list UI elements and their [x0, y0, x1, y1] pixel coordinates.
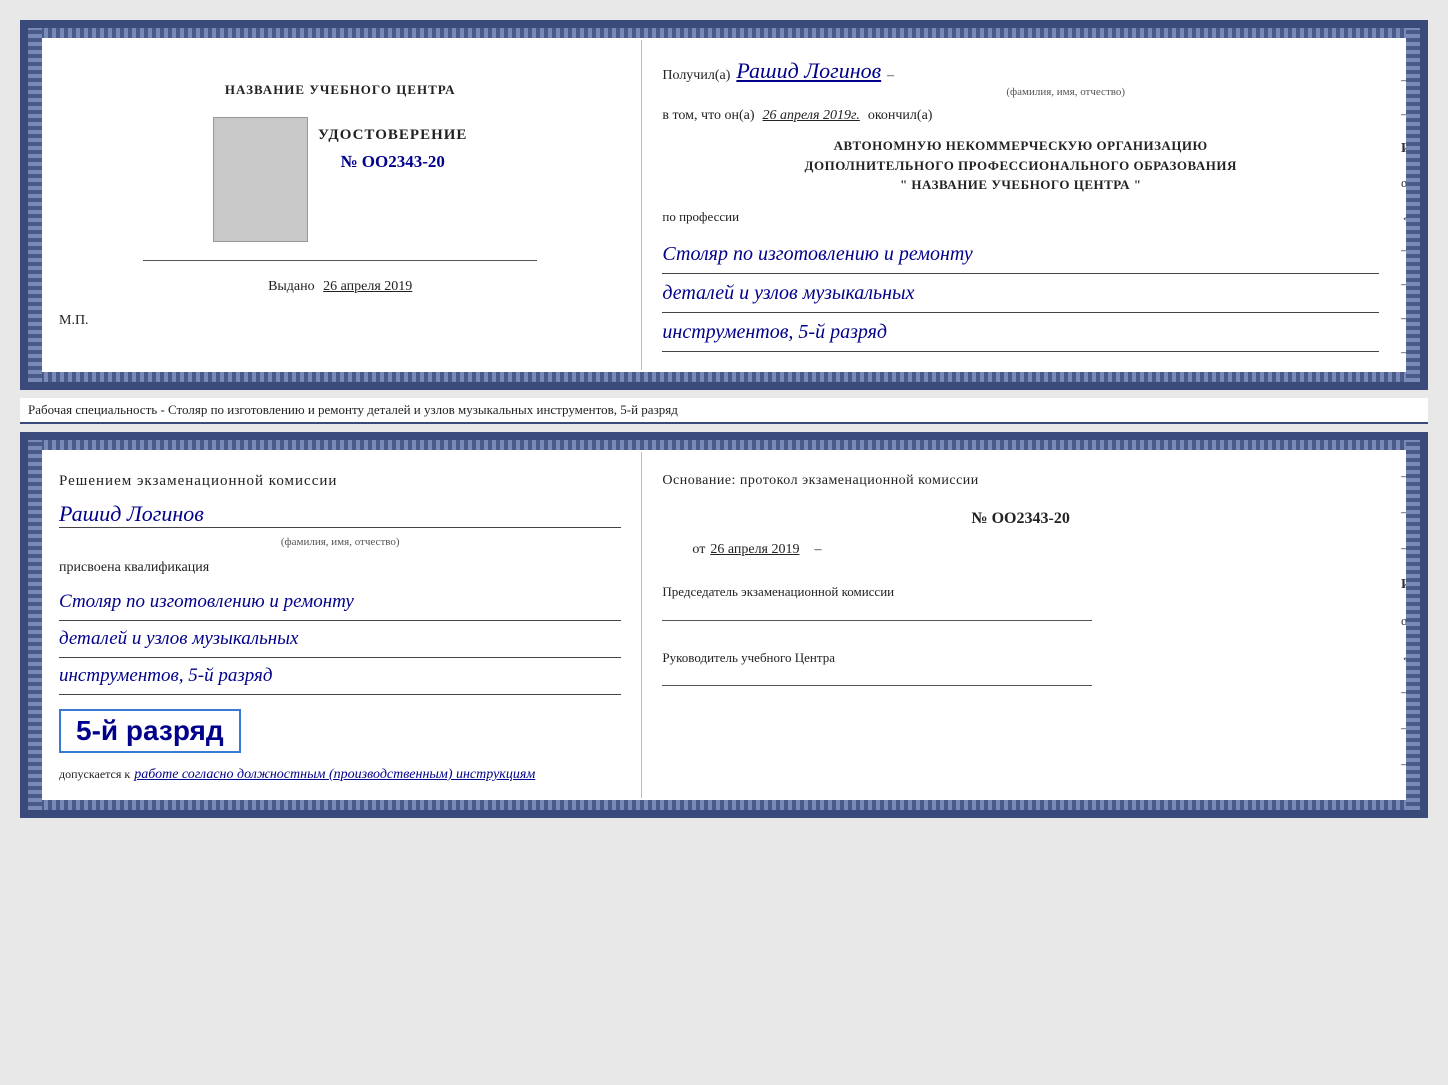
top-cert-right: – – И ɑ ← – – – – Получил(а) Рашид Логин… — [642, 40, 1404, 370]
bottom-fio-label: (фамилия, имя, отчество) — [59, 536, 621, 548]
finished-label: окончил(а) — [868, 108, 933, 124]
center-head-label: Руководитель учебного Центра — [662, 648, 1379, 668]
rank-text: 5-й разряд — [76, 715, 224, 746]
qual-line1: Столяр по изготовлению и ремонту — [59, 584, 621, 621]
photo-placeholder — [213, 117, 308, 242]
org-block: АВТОНОМНУЮ НЕКОММЕРЧЕСКУЮ ОРГАНИЗАЦИЮ ДО… — [662, 136, 1379, 195]
dash-after-name: – — [887, 68, 894, 84]
completion-date: 26 апреля 2019г. — [763, 108, 860, 124]
received-row: Получил(а) Рашид Логинов – — [662, 58, 1379, 84]
from-date: 26 апреля 2019 — [710, 542, 799, 558]
profession-line2: деталей и узлов музыкальных — [662, 274, 1379, 313]
bottom-cert-right: – – – И ɑ ← – – – – Основание: протокол … — [642, 452, 1404, 798]
document-number: № OO2343-20 — [340, 152, 444, 172]
in-that-label: в том, что он(а) — [662, 108, 754, 124]
issued-label: Выдано — [268, 279, 315, 294]
document-wrapper: НАЗВАНИЕ УЧЕБНОГО ЦЕНТРА УДОСТОВЕРЕНИЕ №… — [10, 10, 1438, 828]
qual-line3: инструментов, 5-й разряд — [59, 658, 621, 695]
from-row: от 26 апреля 2019 – — [692, 542, 1379, 558]
received-label: Получил(а) — [662, 68, 730, 84]
commission-text: Решением экзаменационной комиссии — [59, 470, 621, 493]
in-that-row: в том, что он(а) 26 апреля 2019г. окончи… — [662, 108, 1379, 124]
top-certificate: НАЗВАНИЕ УЧЕБНОГО ЦЕНТРА УДОСТОВЕРЕНИЕ №… — [20, 20, 1428, 390]
basis-label: Основание: протокол экзаменационной коми… — [662, 470, 1379, 491]
from-label: от — [692, 542, 705, 558]
top-cert-left: НАЗВАНИЕ УЧЕБНОГО ЦЕНТРА УДОСТОВЕРЕНИЕ №… — [44, 40, 642, 370]
rank-box: 5-й разряд — [59, 709, 241, 753]
specialty-text: Рабочая специальность - Столяр по изгото… — [28, 402, 678, 417]
fio-label-top: (фамилия, имя, отчество) — [662, 86, 1379, 98]
top-training-center-label: НАЗВАНИЕ УЧЕБНОГО ЦЕНТРА — [225, 81, 456, 99]
chairman-block: Председатель экзаменационной комиссии — [662, 582, 1379, 624]
qualification-block: Столяр по изготовлению и ремонту деталей… — [59, 584, 621, 695]
qual-line2: деталей и узлов музыкальных — [59, 621, 621, 658]
document-type: УДОСТОВЕРЕНИЕ — [318, 127, 468, 144]
issued-line: Выдано 26 апреля 2019 — [268, 279, 412, 295]
org-line2: ДОПОЛНИТЕЛЬНОГО ПРОФЕССИОНАЛЬНОГО ОБРАЗО… — [662, 156, 1379, 176]
allowed-handwritten: работе согласно должностным (производств… — [134, 767, 535, 783]
chairman-label: Председатель экзаменационной комиссии — [662, 582, 1379, 602]
org-line1: АВТОНОМНУЮ НЕКОММЕРЧЕСКУЮ ОРГАНИЗАЦИЮ — [662, 136, 1379, 156]
allowed-row: допускается к работе согласно должностны… — [59, 767, 621, 783]
center-head-block: Руководитель учебного Центра — [662, 648, 1379, 690]
profession-label: по профессии — [662, 209, 1379, 225]
protocol-number: № OO2343-20 — [662, 510, 1379, 528]
mp-label: М.П. — [59, 313, 89, 329]
bottom-cert-left: Решением экзаменационной комиссии Рашид … — [44, 452, 642, 798]
profession-line1: Столяр по изготовлению и ремонту — [662, 235, 1379, 274]
bottom-recipient-name: Рашид Логинов — [59, 501, 621, 528]
profession-block: Столяр по изготовлению и ремонту деталей… — [662, 235, 1379, 352]
qualification-label: присвоена квалификация — [59, 560, 621, 576]
org-name: " НАЗВАНИЕ УЧЕБНОГО ЦЕНТРА " — [662, 175, 1379, 195]
issued-date: 26 апреля 2019 — [323, 279, 412, 294]
recipient-name-top: Рашид Логинов — [736, 58, 881, 84]
profession-line3: инструментов, 5-й разряд — [662, 313, 1379, 352]
bottom-certificate: Решением экзаменационной комиссии Рашид … — [20, 432, 1428, 818]
specialty-bar: Рабочая специальность - Столяр по изгото… — [20, 398, 1428, 424]
allowed-label: допускается к — [59, 767, 130, 782]
